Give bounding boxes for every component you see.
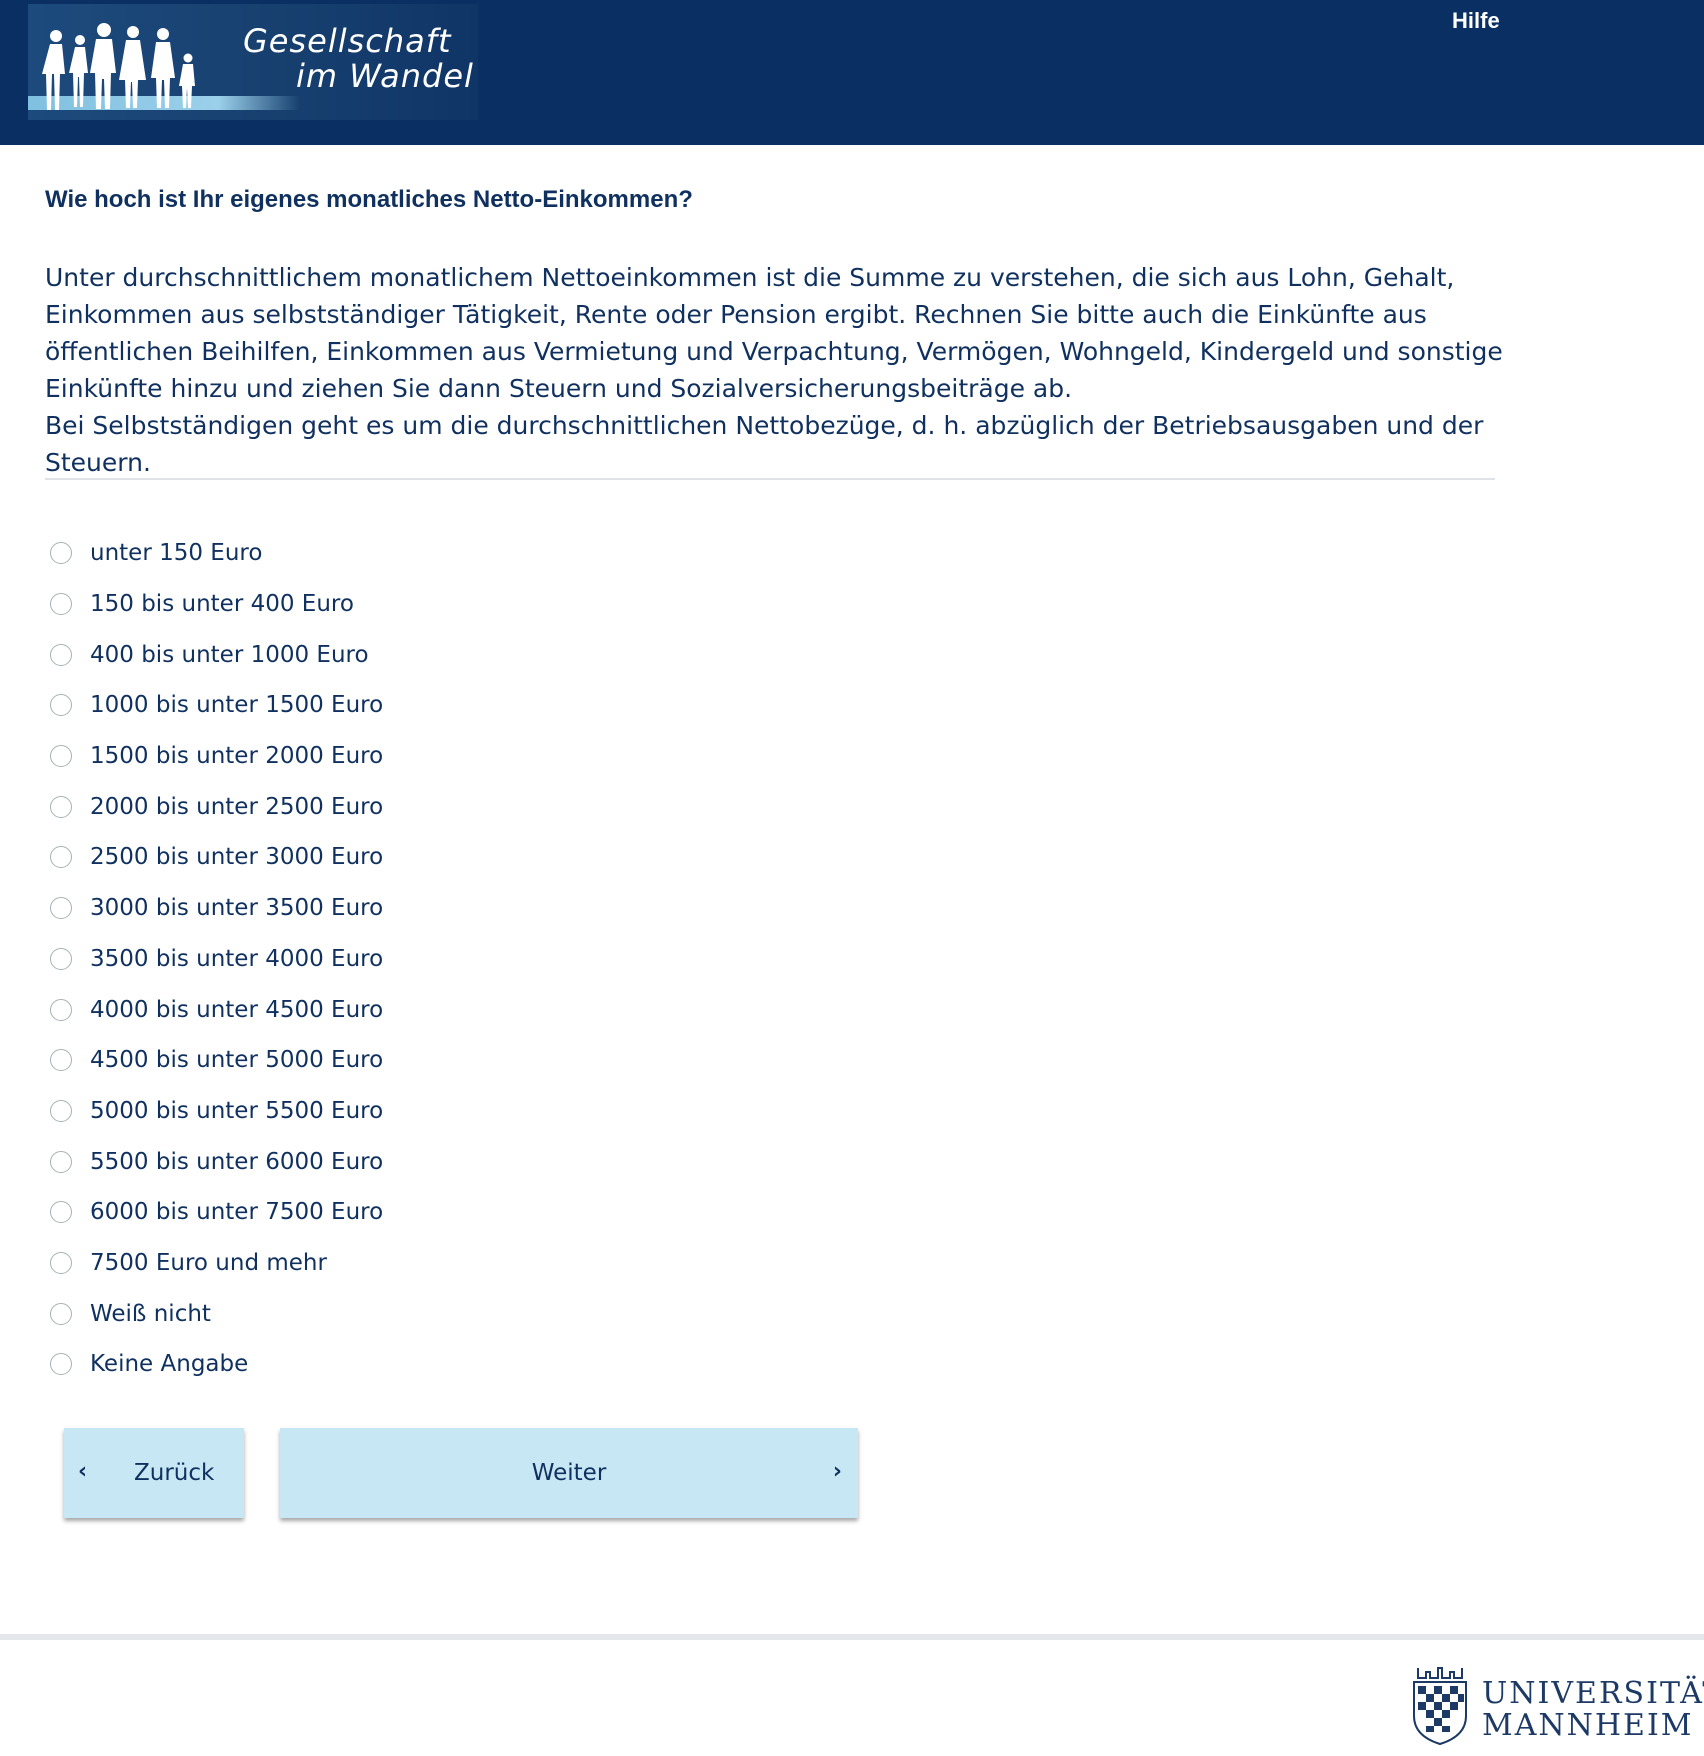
explanation-paragraph-1: Unter durchschnittlichem monatlichem Net… (45, 263, 1503, 403)
site-header: Gesellschaft im Wandel Hilfe (0, 0, 1704, 145)
option-label: 3000 bis unter 3500 Euro (90, 895, 384, 922)
option-label: 3500 bis unter 4000 Euro (90, 945, 384, 972)
divider (45, 478, 1495, 480)
radio-button[interactable] (50, 1251, 72, 1274)
option-label: 5000 bis unter 5500 Euro (90, 1097, 384, 1124)
radio-option[interactable]: 2500 bis unter 3000 Euro (50, 832, 650, 883)
gesellschaft-im-wandel-logo: Gesellschaft im Wandel (28, 4, 478, 120)
radio-option[interactable]: Weiß nicht (50, 1288, 650, 1339)
university-seal-icon (1413, 1667, 1467, 1746)
option-label: Keine Angabe (90, 1351, 249, 1378)
people-silhouettes-icon (42, 23, 195, 110)
answer-options: unter 150 Euro 150 bis unter 400 Euro 40… (50, 528, 650, 1390)
question-title: Wie hoch ist Ihr eigenes monatliches Net… (45, 186, 693, 213)
logo-line-2: im Wandel (296, 57, 474, 95)
footer-divider (0, 1634, 1704, 1640)
radio-option[interactable]: 6000 bis unter 7500 Euro (50, 1187, 650, 1238)
radio-option[interactable]: 5000 bis unter 5500 Euro (50, 1086, 650, 1137)
option-label: Weiß nicht (90, 1300, 211, 1327)
radio-button[interactable] (50, 998, 72, 1021)
radio-button[interactable] (50, 947, 72, 970)
radio-button[interactable] (50, 897, 72, 920)
radio-button[interactable] (50, 745, 72, 768)
option-label: 4000 bis unter 4500 Euro (90, 996, 384, 1023)
radio-option[interactable]: 5500 bis unter 6000 Euro (50, 1136, 650, 1187)
university-name-line-1: UNIVERSITÄT (1482, 1676, 1704, 1711)
option-label: 4500 bis unter 5000 Euro (90, 1047, 384, 1074)
logo-line-1: Gesellschaft (243, 22, 452, 60)
radio-option[interactable]: 4500 bis unter 5000 Euro (50, 1035, 650, 1086)
next-button[interactable]: Weiter › (280, 1428, 858, 1518)
option-label: unter 150 Euro (90, 540, 263, 567)
option-label: 1000 bis unter 1500 Euro (90, 692, 384, 719)
help-link[interactable]: Hilfe (1452, 8, 1500, 34)
back-button-label: Zurück (134, 1460, 215, 1486)
radio-option[interactable]: 150 bis unter 400 Euro (50, 579, 650, 630)
radio-option[interactable]: 2000 bis unter 2500 Euro (50, 781, 650, 832)
radio-button[interactable] (50, 795, 72, 818)
radio-option[interactable]: 1500 bis unter 2000 Euro (50, 731, 650, 782)
option-label: 400 bis unter 1000 Euro (90, 641, 369, 668)
radio-button[interactable] (50, 542, 72, 565)
option-label: 150 bis unter 400 Euro (90, 591, 354, 618)
radio-button[interactable] (50, 1353, 72, 1376)
question-explanation: Unter durchschnittlichem monatlichem Net… (45, 259, 1515, 481)
option-label: 7500 Euro und mehr (90, 1249, 327, 1276)
explanation-paragraph-2: Bei Selbstständigen geht es um die durch… (45, 411, 1484, 477)
next-button-label: Weiter (531, 1460, 607, 1486)
university-name-line-2: MANNHEIM (1482, 1708, 1694, 1743)
radio-button[interactable] (50, 1099, 72, 1122)
option-label: 6000 bis unter 7500 Euro (90, 1199, 384, 1226)
radio-button[interactable] (50, 1201, 72, 1224)
radio-button[interactable] (50, 643, 72, 666)
radio-button[interactable] (50, 846, 72, 869)
radio-option[interactable]: 7500 Euro und mehr (50, 1238, 650, 1289)
radio-button[interactable] (50, 1049, 72, 1072)
radio-option[interactable]: 4000 bis unter 4500 Euro (50, 984, 650, 1035)
option-label: 2000 bis unter 2500 Euro (90, 793, 384, 820)
option-label: 2500 bis unter 3000 Euro (90, 844, 384, 871)
radio-option[interactable]: 3000 bis unter 3500 Euro (50, 883, 650, 934)
option-label: 1500 bis unter 2000 Euro (90, 743, 384, 770)
universitaet-mannheim-logo: UNIVERSITÄT MANNHEIM (1400, 1660, 1704, 1750)
radio-button[interactable] (50, 694, 72, 717)
radio-option[interactable]: unter 150 Euro (50, 528, 650, 579)
chevron-left-icon: ‹ (78, 1459, 88, 1484)
back-button[interactable]: ‹ Zurück (64, 1428, 244, 1518)
radio-button[interactable] (50, 593, 72, 616)
radio-button[interactable] (50, 1150, 72, 1173)
radio-button[interactable] (50, 1302, 72, 1325)
radio-option[interactable]: 400 bis unter 1000 Euro (50, 629, 650, 680)
radio-option[interactable]: Keine Angabe (50, 1339, 650, 1390)
radio-option[interactable]: 3500 bis unter 4000 Euro (50, 934, 650, 985)
option-label: 5500 bis unter 6000 Euro (90, 1148, 384, 1175)
chevron-right-icon: › (832, 1459, 842, 1484)
radio-option[interactable]: 1000 bis unter 1500 Euro (50, 680, 650, 731)
